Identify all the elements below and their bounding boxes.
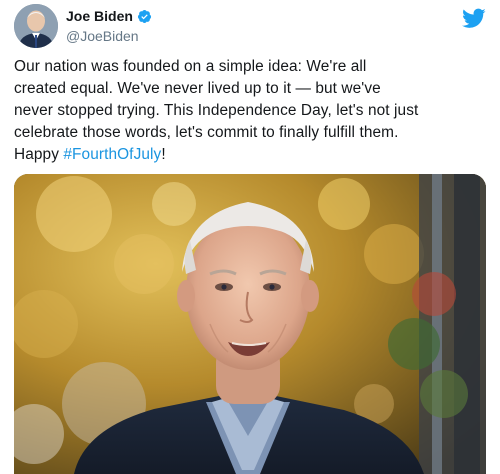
- tweet-video[interactable]: [14, 174, 486, 474]
- author-handle[interactable]: @JoeBiden: [66, 28, 139, 44]
- tweet-text-suffix: !: [161, 146, 166, 163]
- verified-badge-icon: [137, 9, 151, 23]
- tweet-line: celebrate those words, let's commit to f…: [14, 124, 399, 141]
- twitter-bird-icon[interactable]: [462, 6, 486, 30]
- tweet-text-prefix: Happy: [14, 146, 64, 163]
- name-row: Joe Biden: [66, 8, 152, 24]
- avatar[interactable]: [14, 4, 58, 48]
- tweet-line: created equal. We've never lived up to i…: [14, 80, 381, 97]
- tweet-card[interactable]: Joe Biden @JoeBiden Our nation was found…: [0, 0, 500, 474]
- tweet-line: Our nation was founded on a simple idea:…: [14, 58, 367, 75]
- tweet-line: never stopped trying. This Independence …: [14, 102, 419, 119]
- hashtag-link[interactable]: #FourthOfJuly: [63, 146, 161, 163]
- tweet-text: Our nation was founded on a simple idea:…: [14, 56, 488, 166]
- tweet-line-last: Happy #FourthOfJuly!: [14, 144, 488, 166]
- author-name[interactable]: Joe Biden: [66, 8, 133, 24]
- video-frame-image: [14, 174, 486, 474]
- tweet-header: Joe Biden @JoeBiden: [14, 4, 486, 48]
